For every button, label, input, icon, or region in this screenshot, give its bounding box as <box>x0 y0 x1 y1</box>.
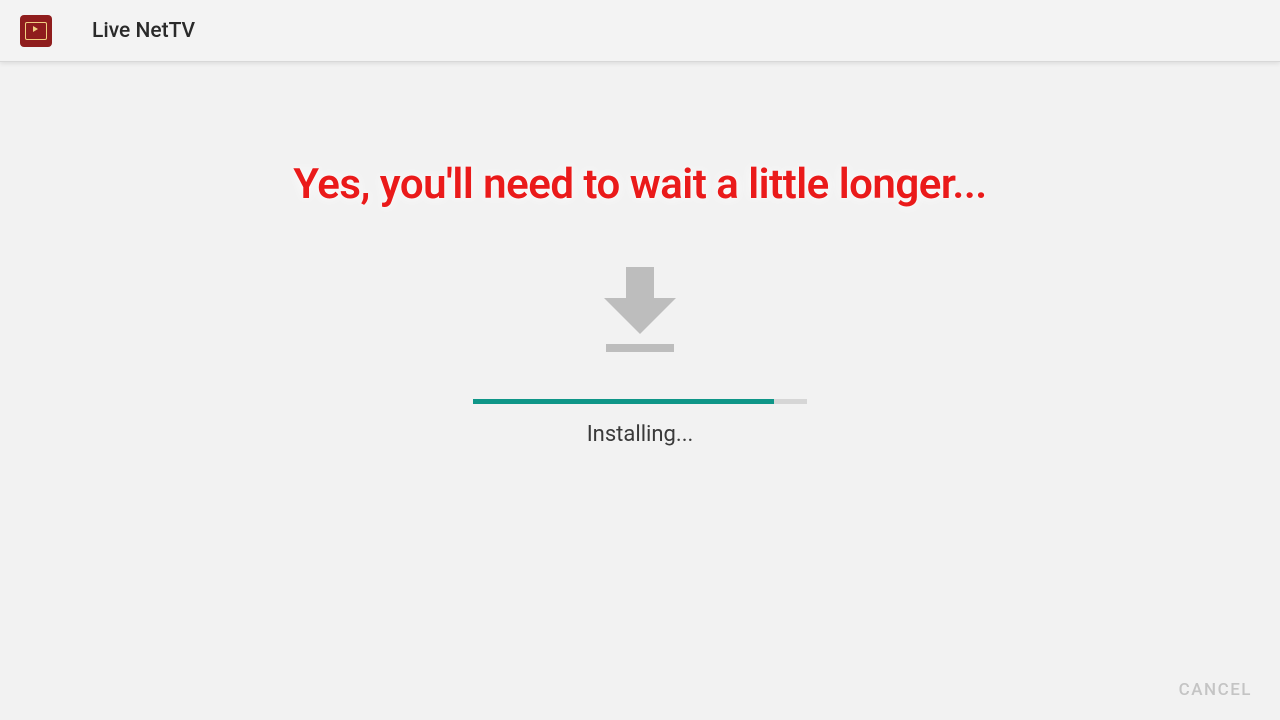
overlay-message: Yes, you'll need to wait a little longer… <box>293 160 986 209</box>
app-header: Live NetTV <box>0 0 1280 62</box>
progress-fill <box>473 399 774 404</box>
progress-bar <box>473 399 807 404</box>
download-icon <box>604 267 676 352</box>
content-area: Yes, you'll need to wait a little longer… <box>0 62 1280 720</box>
install-status-text: Installing... <box>473 422 807 447</box>
app-icon <box>20 15 52 47</box>
cancel-button[interactable]: CANCEL <box>1179 680 1252 700</box>
app-title: Live NetTV <box>92 19 195 43</box>
install-progress-container: Installing... <box>473 399 807 447</box>
